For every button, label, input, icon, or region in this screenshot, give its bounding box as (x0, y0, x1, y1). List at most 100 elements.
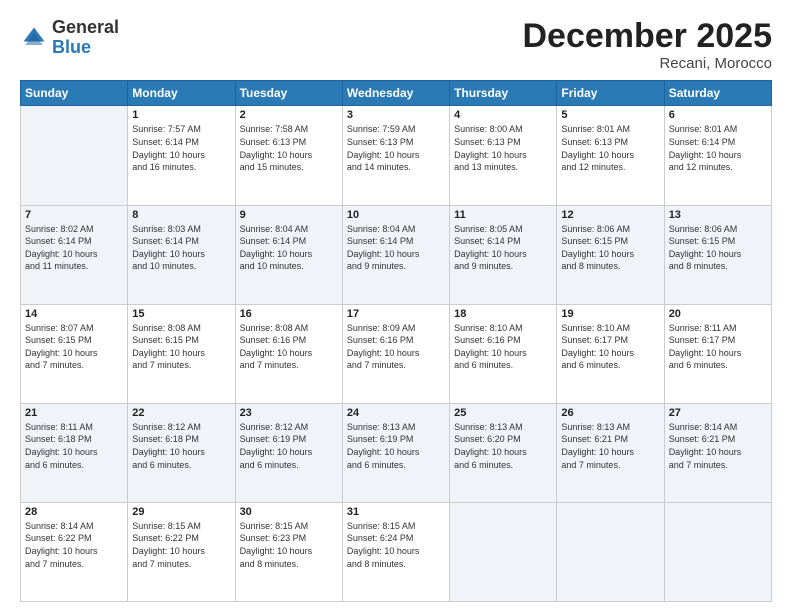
day-cell: 24 Sunrise: 8:13 AM Sunset: 6:19 PM Dayli… (342, 403, 449, 502)
calendar-table: SundayMondayTuesdayWednesdayThursdayFrid… (20, 80, 772, 602)
day-number: 15 (132, 308, 230, 320)
day-number: 11 (454, 209, 552, 221)
day-cell: 1 Sunrise: 7:57 AM Sunset: 6:14 PM Daylig… (128, 106, 235, 205)
day-number: 10 (347, 209, 445, 221)
logo: General Blue (20, 18, 119, 58)
day-number: 30 (240, 506, 338, 518)
day-info: Sunrise: 8:11 AM Sunset: 6:17 PM Dayligh… (669, 322, 767, 372)
day-cell: 9Sunrise: 8:04 AM Sunset: 6:14 PM Daylig… (235, 205, 342, 304)
header: General Blue December 2025 Recani, Moroc… (20, 18, 772, 72)
day-info: Sunrise: 8:14 AM Sunset: 6:22 PM Dayligh… (25, 520, 123, 570)
day-cell: 2 Sunrise: 7:58 AM Sunset: 6:13 PM Daylig… (235, 106, 342, 205)
day-number: 28 (25, 506, 123, 518)
col-header-friday: Friday (557, 81, 664, 106)
day-info: Sunrise: 8:12 AM Sunset: 6:18 PM Dayligh… (132, 421, 230, 471)
day-info: Sunrise: 8:13 AM Sunset: 6:19 PM Dayligh… (347, 421, 445, 471)
calendar-subtitle: Recani, Morocco (522, 55, 772, 72)
day-info: Sunrise: 8:03 AM Sunset: 6:14 PM Dayligh… (132, 223, 230, 273)
week-row-1: 1 Sunrise: 7:57 AM Sunset: 6:14 PM Daylig… (21, 106, 772, 205)
day-number: 17 (347, 308, 445, 320)
day-cell: 31 Sunrise: 8:15 AM Sunset: 6:24 PM Dayli… (342, 502, 449, 601)
day-number: 13 (669, 209, 767, 221)
day-info: Sunrise: 8:14 AM Sunset: 6:21 PM Dayligh… (669, 421, 767, 471)
day-cell: 28 Sunrise: 8:14 AM Sunset: 6:22 PM Dayli… (21, 502, 128, 601)
day-info: Sunrise: 8:13 AM Sunset: 6:21 PM Dayligh… (561, 421, 659, 471)
day-number: 4 (454, 109, 552, 121)
day-info: Sunrise: 8:00 AM Sunset: 6:13 PM Dayligh… (454, 123, 552, 173)
day-cell: 18 Sunrise: 8:10 AM Sunset: 6:16 PM Dayli… (450, 304, 557, 403)
logo-general: General (52, 17, 119, 37)
day-info: Sunrise: 7:58 AM Sunset: 6:13 PM Dayligh… (240, 123, 338, 173)
header-row: SundayMondayTuesdayWednesdayThursdayFrid… (21, 81, 772, 106)
day-cell (450, 502, 557, 601)
day-info: Sunrise: 8:13 AM Sunset: 6:20 PM Dayligh… (454, 421, 552, 471)
day-info: Sunrise: 8:15 AM Sunset: 6:24 PM Dayligh… (347, 520, 445, 570)
calendar-title: December 2025 (522, 18, 772, 55)
day-number: 29 (132, 506, 230, 518)
day-cell: 16 Sunrise: 8:08 AM Sunset: 6:16 PM Dayli… (235, 304, 342, 403)
page: General Blue December 2025 Recani, Moroc… (0, 0, 792, 612)
day-cell: 14Sunrise: 8:07 AM Sunset: 6:15 PM Dayli… (21, 304, 128, 403)
day-cell (557, 502, 664, 601)
day-cell: 27 Sunrise: 8:14 AM Sunset: 6:21 PM Dayli… (664, 403, 771, 502)
day-number: 6 (669, 109, 767, 121)
logo-icon (20, 24, 48, 52)
day-cell: 21Sunrise: 8:11 AM Sunset: 6:18 PM Dayli… (21, 403, 128, 502)
col-header-wednesday: Wednesday (342, 81, 449, 106)
day-cell: 15 Sunrise: 8:08 AM Sunset: 6:15 PM Dayli… (128, 304, 235, 403)
day-info: Sunrise: 8:12 AM Sunset: 6:19 PM Dayligh… (240, 421, 338, 471)
day-cell (21, 106, 128, 205)
week-row-4: 21Sunrise: 8:11 AM Sunset: 6:18 PM Dayli… (21, 403, 772, 502)
day-number: 1 (132, 109, 230, 121)
day-number: 3 (347, 109, 445, 121)
day-number: 25 (454, 407, 552, 419)
day-info: Sunrise: 8:10 AM Sunset: 6:16 PM Dayligh… (454, 322, 552, 372)
day-info: Sunrise: 8:15 AM Sunset: 6:23 PM Dayligh… (240, 520, 338, 570)
day-info: Sunrise: 8:02 AM Sunset: 6:14 PM Dayligh… (25, 223, 123, 273)
col-header-monday: Monday (128, 81, 235, 106)
day-cell: 3 Sunrise: 7:59 AM Sunset: 6:13 PM Daylig… (342, 106, 449, 205)
day-cell: 20 Sunrise: 8:11 AM Sunset: 6:17 PM Dayli… (664, 304, 771, 403)
day-cell: 25 Sunrise: 8:13 AM Sunset: 6:20 PM Dayli… (450, 403, 557, 502)
day-info: Sunrise: 8:08 AM Sunset: 6:16 PM Dayligh… (240, 322, 338, 372)
day-number: 14 (25, 308, 123, 320)
day-info: Sunrise: 7:57 AM Sunset: 6:14 PM Dayligh… (132, 123, 230, 173)
week-row-5: 28 Sunrise: 8:14 AM Sunset: 6:22 PM Dayli… (21, 502, 772, 601)
day-cell: 8Sunrise: 8:03 AM Sunset: 6:14 PM Daylig… (128, 205, 235, 304)
day-cell: 4 Sunrise: 8:00 AM Sunset: 6:13 PM Daylig… (450, 106, 557, 205)
day-cell: 13Sunrise: 8:06 AM Sunset: 6:15 PM Dayli… (664, 205, 771, 304)
col-header-tuesday: Tuesday (235, 81, 342, 106)
day-info: Sunrise: 8:10 AM Sunset: 6:17 PM Dayligh… (561, 322, 659, 372)
week-row-2: 7 Sunrise: 8:02 AM Sunset: 6:14 PM Daylig… (21, 205, 772, 304)
day-cell (664, 502, 771, 601)
day-cell: 19Sunrise: 8:10 AM Sunset: 6:17 PM Dayli… (557, 304, 664, 403)
day-number: 2 (240, 109, 338, 121)
day-number: 16 (240, 308, 338, 320)
day-info: Sunrise: 8:01 AM Sunset: 6:13 PM Dayligh… (561, 123, 659, 173)
day-cell: 11 Sunrise: 8:05 AM Sunset: 6:14 PM Dayli… (450, 205, 557, 304)
day-cell: 22 Sunrise: 8:12 AM Sunset: 6:18 PM Dayli… (128, 403, 235, 502)
day-info: Sunrise: 8:09 AM Sunset: 6:16 PM Dayligh… (347, 322, 445, 372)
logo-text: General Blue (52, 18, 119, 58)
day-info: Sunrise: 8:06 AM Sunset: 6:15 PM Dayligh… (561, 223, 659, 273)
day-number: 24 (347, 407, 445, 419)
week-row-3: 14Sunrise: 8:07 AM Sunset: 6:15 PM Dayli… (21, 304, 772, 403)
day-number: 5 (561, 109, 659, 121)
day-number: 18 (454, 308, 552, 320)
day-info: Sunrise: 8:15 AM Sunset: 6:22 PM Dayligh… (132, 520, 230, 570)
day-cell: 26 Sunrise: 8:13 AM Sunset: 6:21 PM Dayli… (557, 403, 664, 502)
day-number: 20 (669, 308, 767, 320)
day-info: Sunrise: 8:05 AM Sunset: 6:14 PM Dayligh… (454, 223, 552, 273)
day-number: 26 (561, 407, 659, 419)
col-header-saturday: Saturday (664, 81, 771, 106)
title-block: December 2025 Recani, Morocco (522, 18, 772, 72)
day-cell: 29 Sunrise: 8:15 AM Sunset: 6:22 PM Dayli… (128, 502, 235, 601)
day-number: 27 (669, 407, 767, 419)
day-number: 22 (132, 407, 230, 419)
day-info: Sunrise: 8:08 AM Sunset: 6:15 PM Dayligh… (132, 322, 230, 372)
day-number: 9 (240, 209, 338, 221)
day-number: 31 (347, 506, 445, 518)
day-info: Sunrise: 7:59 AM Sunset: 6:13 PM Dayligh… (347, 123, 445, 173)
day-number: 7 (25, 209, 123, 221)
col-header-sunday: Sunday (21, 81, 128, 106)
